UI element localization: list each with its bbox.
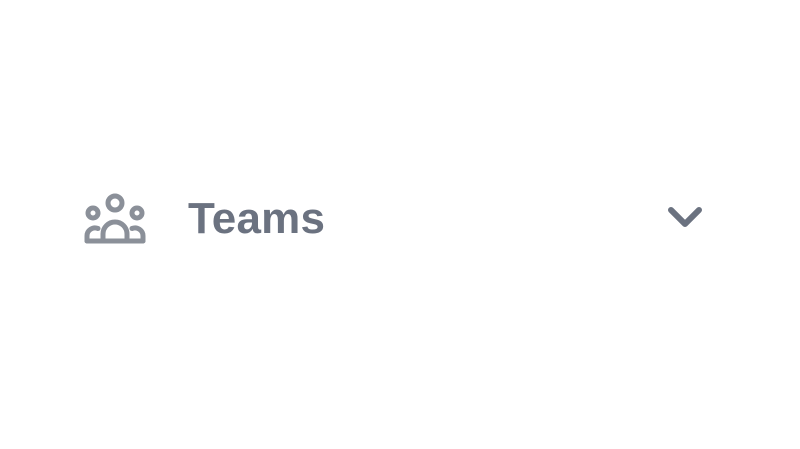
nav-item-label: Teams xyxy=(188,194,326,243)
chevron-down-icon[interactable] xyxy=(666,204,704,230)
nav-item-teams[interactable]: Teams xyxy=(0,0,800,449)
users-group-icon xyxy=(84,193,146,244)
